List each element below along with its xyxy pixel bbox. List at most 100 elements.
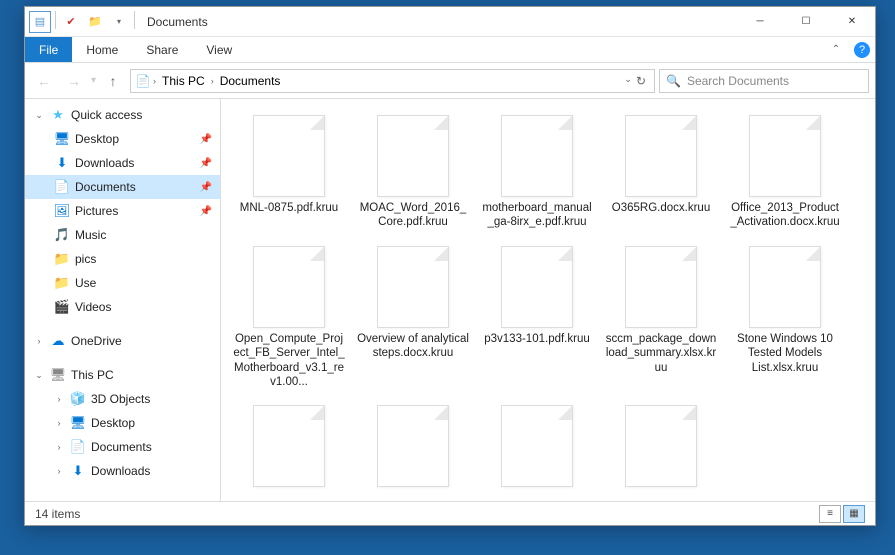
file-thumb-icon: [253, 246, 325, 328]
file-item[interactable]: [601, 401, 721, 495]
refresh-icon[interactable]: ↻: [636, 74, 646, 88]
search-input[interactable]: 🔍 Search Documents: [659, 69, 869, 93]
file-item[interactable]: MOAC_Word_2016_Core.pdf.kruu: [353, 111, 473, 234]
ribbon-tab-view[interactable]: View: [192, 37, 246, 62]
sidebar-item-label: Quick access: [71, 108, 220, 122]
chevron-right-icon[interactable]: ›: [53, 466, 65, 476]
breadcrumb-documents[interactable]: Documents: [216, 74, 285, 88]
checkmark-icon[interactable]: ✔: [60, 11, 82, 33]
back-button[interactable]: ←: [31, 68, 57, 94]
file-item[interactable]: Overview of analytical steps.docx.kruu: [353, 242, 473, 394]
properties-icon[interactable]: ▤: [29, 11, 51, 33]
sidebar-item-desktop[interactable]: 🖥 Desktop 📌: [25, 127, 220, 151]
pin-icon: 📌: [200, 134, 212, 145]
body-area: ⌄ ★ Quick access 🖥 Desktop 📌 ⬇ Downloads…: [25, 99, 875, 501]
sidebar-item-pics[interactable]: 📁 pics: [25, 247, 220, 271]
pictures-icon: 🖼: [53, 202, 71, 220]
file-item[interactable]: Open_Compute_Project_FB_Server_Intel_Mot…: [229, 242, 349, 394]
titlebar: ▤ ✔ 📁 ▾ Documents ─ ☐ ✕: [25, 7, 875, 37]
chevron-right-icon[interactable]: ›: [211, 76, 214, 86]
file-item[interactable]: [229, 401, 349, 495]
star-icon: ★: [49, 106, 67, 124]
address-bar: ← → ▾ ↑ 📄 › This PC › Documents ⌄ ↻ 🔍 Se…: [25, 63, 875, 99]
file-item[interactable]: sccm_package_download_summary.xlsx.kruu: [601, 242, 721, 394]
file-thumb-icon: [377, 246, 449, 328]
recent-dropdown-icon[interactable]: ▾: [91, 75, 96, 86]
help-button[interactable]: ?: [849, 37, 875, 62]
sidebar-item-pc-documents[interactable]: › 📄 Documents: [25, 435, 220, 459]
file-item[interactable]: p3v133-101.pdf.kruu: [477, 242, 597, 394]
sidebar-quick-access[interactable]: ⌄ ★ Quick access: [25, 103, 220, 127]
sidebar-onedrive[interactable]: › ☁ OneDrive: [25, 329, 220, 353]
icons-view-button[interactable]: ▦: [843, 505, 865, 523]
chevron-right-icon[interactable]: ›: [53, 418, 65, 428]
file-name: Stone Windows 10 Tested Models List.xlsx…: [729, 332, 841, 375]
sidebar-item-label: Use: [75, 276, 220, 290]
breadcrumb-this-pc[interactable]: This PC: [158, 74, 209, 88]
file-item[interactable]: [353, 401, 473, 495]
dropdown-icon[interactable]: ⌄: [624, 74, 632, 88]
file-thumb-icon: [625, 405, 697, 487]
folder-icon[interactable]: 📁: [84, 11, 106, 33]
chevron-right-icon[interactable]: ›: [53, 442, 65, 452]
breadcrumb[interactable]: 📄 › This PC › Documents ⌄ ↻: [130, 69, 655, 93]
sidebar-item-documents[interactable]: 📄 Documents 📌: [25, 175, 220, 199]
file-item[interactable]: motherboard_manual_ga-8irx_e.pdf.kruu: [477, 111, 597, 234]
sidebar-item-use[interactable]: 📁 Use: [25, 271, 220, 295]
file-thumb-icon: [625, 246, 697, 328]
file-name: sccm_package_download_summary.xlsx.kruu: [605, 332, 717, 375]
close-button[interactable]: ✕: [829, 7, 875, 37]
file-name: O365RG.docx.kruu: [612, 201, 710, 215]
sidebar-item-label: Pictures: [75, 204, 196, 218]
file-thumb-icon: [253, 405, 325, 487]
file-item[interactable]: Office_2013_Product_Activation.docx.kruu: [725, 111, 845, 234]
ribbon-expand-icon[interactable]: ⌃: [823, 37, 849, 62]
pin-icon: 📌: [200, 206, 212, 217]
dropdown-icon[interactable]: ▾: [108, 11, 130, 33]
sidebar-item-label: Downloads: [91, 464, 220, 478]
up-button[interactable]: ↑: [100, 68, 126, 94]
file-item[interactable]: [477, 401, 597, 495]
chevron-down-icon[interactable]: ⌄: [33, 370, 45, 381]
chevron-right-icon[interactable]: ›: [153, 76, 156, 86]
file-thumb-icon: [377, 115, 449, 197]
details-view-button[interactable]: ≡: [819, 505, 841, 523]
file-thumb-icon: [377, 405, 449, 487]
sidebar-item-label: This PC: [71, 368, 220, 382]
music-icon: 🎵: [53, 226, 71, 244]
file-name: p3v133-101.pdf.kruu: [484, 332, 590, 346]
sidebar-item-pictures[interactable]: 🖼 Pictures 📌: [25, 199, 220, 223]
chevron-right-icon[interactable]: ›: [53, 394, 65, 404]
file-item[interactable]: O365RG.docx.kruu: [601, 111, 721, 234]
file-name: Office_2013_Product_Activation.docx.kruu: [729, 201, 841, 230]
file-item[interactable]: MNL-0875.pdf.kruu: [229, 111, 349, 234]
sidebar-item-downloads[interactable]: ⬇ Downloads 📌: [25, 151, 220, 175]
chevron-right-icon[interactable]: ›: [33, 336, 45, 346]
folder-icon: 📁: [53, 274, 71, 292]
sidebar-item-videos[interactable]: 🎬 Videos: [25, 295, 220, 319]
sidebar-item-label: Downloads: [75, 156, 196, 170]
minimize-button[interactable]: ─: [737, 7, 783, 37]
chevron-down-icon[interactable]: ⌄: [33, 110, 45, 121]
file-thumb-icon: [625, 115, 697, 197]
sidebar-item-label: Music: [75, 228, 220, 242]
desktop-icon: 🖥: [69, 414, 87, 432]
sidebar-item-label: Documents: [91, 440, 220, 454]
file-list[interactable]: MNL-0875.pdf.kruu MOAC_Word_2016_Core.pd…: [221, 99, 875, 501]
sidebar-item-3d-objects[interactable]: › 🧊 3D Objects: [25, 387, 220, 411]
search-icon: 🔍: [666, 74, 681, 88]
documents-icon: 📄: [69, 438, 87, 456]
sidebar-item-pc-downloads[interactable]: › ⬇ Downloads: [25, 459, 220, 483]
file-item[interactable]: Stone Windows 10 Tested Models List.xlsx…: [725, 242, 845, 394]
sidebar-item-pc-desktop[interactable]: › 🖥 Desktop: [25, 411, 220, 435]
file-name: motherboard_manual_ga-8irx_e.pdf.kruu: [481, 201, 593, 230]
maximize-button[interactable]: ☐: [783, 7, 829, 37]
sidebar-this-pc[interactable]: ⌄ 🖥 This PC: [25, 363, 220, 387]
explorer-window: ▤ ✔ 📁 ▾ Documents ─ ☐ ✕ File Home Share …: [24, 6, 876, 526]
ribbon-tab-home[interactable]: Home: [72, 37, 132, 62]
sidebar-item-music[interactable]: 🎵 Music: [25, 223, 220, 247]
ribbon-tab-share[interactable]: Share: [132, 37, 192, 62]
downloads-icon: ⬇: [53, 154, 71, 172]
ribbon-tab-file[interactable]: File: [25, 37, 72, 62]
forward-button[interactable]: →: [61, 68, 87, 94]
